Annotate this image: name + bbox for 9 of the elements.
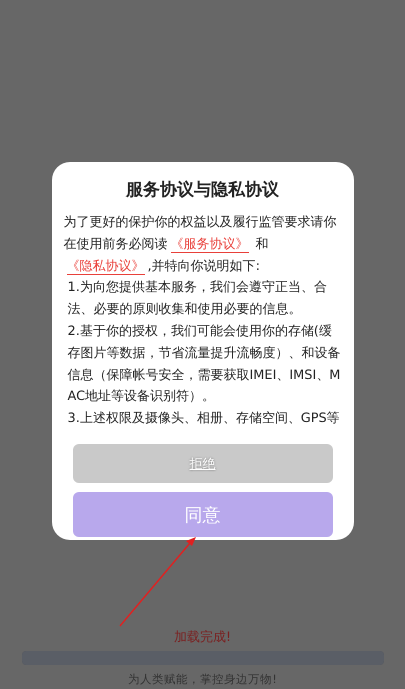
agree-button[interactable]: 同意 [72,492,332,537]
agreement-link[interactable]: 《隐私协议》 [66,258,144,275]
agreement-link[interactable]: 《服务协议》 [170,236,248,253]
loading-message: 加载完成! [174,629,232,647]
intro-paragraph: 为了更好的保护你的权益以及履行监管要求请你在使用前务必阅读 《服务协议》 和 《隐私协议》 ,并特向你说明如下: [64,214,338,277]
policy-point: 1.为向您提供基本服务，我们会遵守正当、合法、必要的原则收集和使用必要的信息。 [66,279,328,320]
policy-point: 3.上述权限及摄像头、相册、存储空间、GPS等 [66,410,340,428]
dialog-title: 服务协议与隐私协议 [124,179,280,202]
policy-point: 2.基于你的授权，我们可能会使用你的存储(缓存图片等数据，节省流量提升流畅度）、和设备信息（保障帐号安全，需要获取IMEI、IMSI、MAC地址等设备识别符）。 [66,322,340,406]
